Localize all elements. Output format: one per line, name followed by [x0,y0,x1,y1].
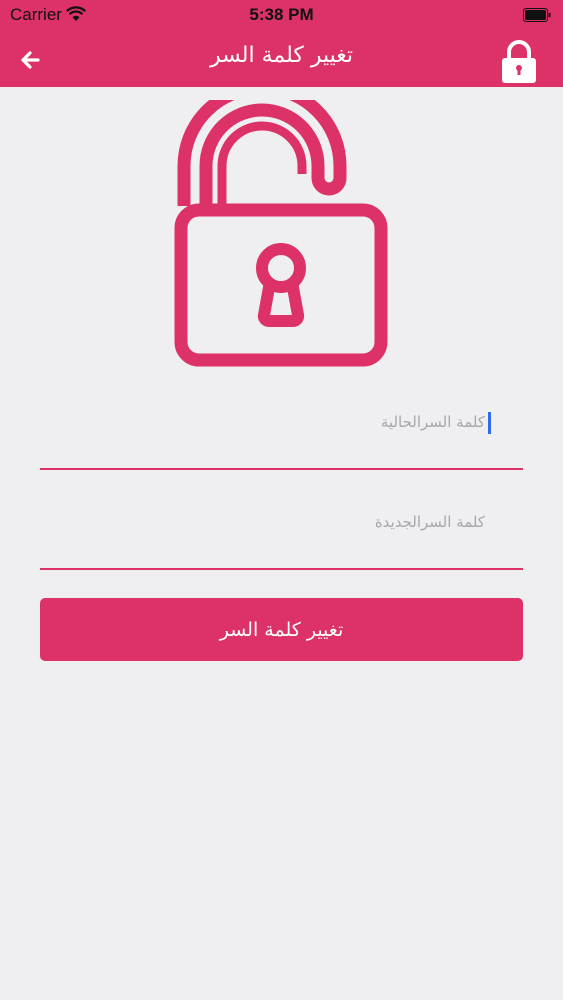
current-password-input[interactable] [63,412,487,432]
battery-icon [523,8,551,22]
change-password-button[interactable]: تغيير كلمة السر [40,598,523,661]
lock-open-icon [174,100,388,367]
navigation-bar: تغيير كلمة السر [0,32,563,87]
text-caret [488,412,491,434]
status-time: 5:38 PM [249,5,314,24]
new-password-field [40,498,523,570]
new-password-input[interactable] [63,512,487,532]
current-password-field [40,398,523,470]
lock-closed-icon [502,40,536,83]
status-bar: Carrier 5:38 PM [0,0,563,32]
page-title: تغيير كلمة السر [210,43,353,68]
